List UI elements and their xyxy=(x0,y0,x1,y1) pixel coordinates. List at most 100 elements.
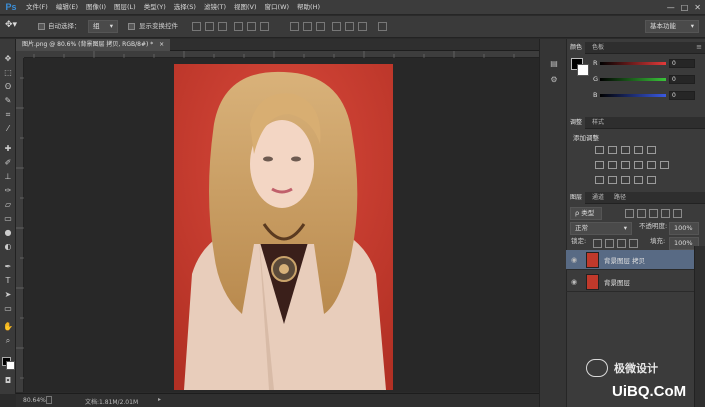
blend-mode-dropdown[interactable]: 正常 ▾ xyxy=(570,222,632,235)
filter-pixel-icon[interactable] xyxy=(625,209,634,218)
selective-color-icon[interactable] xyxy=(647,176,656,184)
show-transform-checkbox[interactable] xyxy=(128,23,135,30)
channel-r-slider[interactable] xyxy=(600,62,666,65)
vibrance-icon[interactable] xyxy=(647,146,656,154)
align-top-icon[interactable] xyxy=(192,22,201,31)
tab-swatches[interactable]: 色板 xyxy=(589,42,607,54)
hand-tool-icon[interactable]: ✋ xyxy=(3,322,13,332)
channel-mixer-icon[interactable] xyxy=(647,161,656,169)
distribute-vcenter-icon[interactable] xyxy=(303,22,312,31)
channel-b-slider[interactable] xyxy=(600,94,666,97)
quick-mask-icon[interactable]: ◘ xyxy=(3,376,13,386)
distribute-bottom-icon[interactable] xyxy=(316,22,325,31)
lock-image-icon[interactable] xyxy=(605,239,614,248)
align-left-icon[interactable] xyxy=(234,22,243,31)
tab-channels[interactable]: 通道 xyxy=(589,192,607,204)
invert-icon[interactable] xyxy=(595,176,604,184)
levels-icon[interactable] xyxy=(608,146,617,154)
dodge-tool-icon[interactable]: ◐ xyxy=(3,242,13,252)
type-tool-icon[interactable]: T xyxy=(3,276,13,286)
lock-position-icon[interactable] xyxy=(617,239,626,248)
healing-tool-icon[interactable]: ✚ xyxy=(3,144,13,154)
channel-g-slider[interactable] xyxy=(600,78,666,81)
marquee-tool-icon[interactable]: ⬚ xyxy=(3,68,13,78)
align-hcenter-icon[interactable] xyxy=(247,22,256,31)
menu-layer[interactable]: 图层(L) xyxy=(110,0,140,15)
filter-type-icon[interactable] xyxy=(649,209,658,218)
panel-menu-icon[interactable]: ≡ xyxy=(696,43,702,51)
eye-icon[interactable]: ◉ xyxy=(571,256,579,264)
tab-styles[interactable]: 样式 xyxy=(589,117,607,129)
distribute-top-icon[interactable] xyxy=(290,22,299,31)
document-image[interactable] xyxy=(174,64,393,390)
status-preview-icon[interactable] xyxy=(46,396,52,404)
layer-filter-dropdown[interactable]: ρ 类型 xyxy=(570,207,602,220)
rectangle-tool-icon[interactable]: ▭ xyxy=(3,304,13,314)
blur-tool-icon[interactable]: ● xyxy=(3,228,13,238)
crop-tool-icon[interactable]: ⌗ xyxy=(3,110,13,120)
filter-shape-icon[interactable] xyxy=(661,209,670,218)
channel-g-value[interactable]: 0 xyxy=(669,75,695,84)
brush-tool-icon[interactable]: ✐ xyxy=(3,158,13,168)
channel-r-value[interactable]: 0 xyxy=(669,59,695,68)
tab-layers[interactable]: 图层 xyxy=(567,192,586,204)
menu-select[interactable]: 选择(S) xyxy=(170,0,200,15)
eraser-tool-icon[interactable]: ▱ xyxy=(3,200,13,210)
brightness-icon[interactable] xyxy=(595,146,604,154)
menu-filter[interactable]: 滤镜(T) xyxy=(200,0,230,15)
align-vcenter-icon[interactable] xyxy=(205,22,214,31)
auto-select-dropdown[interactable]: 组 ▾ xyxy=(88,20,118,33)
auto-align-icon[interactable] xyxy=(378,22,387,31)
filter-adjustment-icon[interactable] xyxy=(637,209,646,218)
layer-row-selected[interactable]: ◉ 背景图层 拷贝 xyxy=(566,250,694,270)
history-panel-icon[interactable]: ▤ xyxy=(549,59,559,69)
menu-image[interactable]: 图像(I) xyxy=(82,0,110,15)
curves-icon[interactable] xyxy=(621,146,630,154)
close-window-button[interactable]: ✕ xyxy=(694,3,701,12)
photo-filter-icon[interactable] xyxy=(634,161,643,169)
menu-view[interactable]: 视图(V) xyxy=(230,0,261,15)
menu-type[interactable]: 类型(Y) xyxy=(140,0,170,15)
tab-adjustments[interactable]: 调整 xyxy=(567,117,586,129)
maximize-button[interactable]: □ xyxy=(681,3,689,12)
distribute-right-icon[interactable] xyxy=(358,22,367,31)
distribute-left-icon[interactable] xyxy=(332,22,341,31)
pen-tool-icon[interactable]: ✒ xyxy=(3,262,13,272)
filter-smart-icon[interactable] xyxy=(673,209,682,218)
lasso-tool-icon[interactable]: ʘ xyxy=(3,82,13,92)
status-menu-arrow-icon[interactable]: ▸ xyxy=(158,396,161,403)
background-color-swatch[interactable] xyxy=(6,361,15,370)
document-tab[interactable]: 图片.png @ 80.6% (背景图层 拷贝, RGB/8#) * × xyxy=(16,39,171,51)
minimize-button[interactable]: — xyxy=(667,3,675,12)
threshold-icon[interactable] xyxy=(621,176,630,184)
color-balance-icon[interactable] xyxy=(608,161,617,169)
layers-scrollbar[interactable] xyxy=(694,246,705,407)
align-bottom-icon[interactable] xyxy=(218,22,227,31)
menu-window[interactable]: 窗口(W) xyxy=(261,0,294,15)
menu-help[interactable]: 帮助(H) xyxy=(293,0,324,15)
eye-icon[interactable]: ◉ xyxy=(571,278,579,286)
path-select-tool-icon[interactable]: ➤ xyxy=(3,290,13,300)
color-background-swatch[interactable] xyxy=(577,64,589,76)
menu-file[interactable]: 文件(F) xyxy=(22,0,52,15)
quick-select-tool-icon[interactable]: ✎ xyxy=(3,96,13,106)
opacity-input[interactable]: 100% xyxy=(669,222,699,235)
distribute-hcenter-icon[interactable] xyxy=(345,22,354,31)
lock-transparent-icon[interactable] xyxy=(593,239,602,248)
menu-edit[interactable]: 编辑(E) xyxy=(52,0,82,15)
exposure-icon[interactable] xyxy=(634,146,643,154)
align-right-icon[interactable] xyxy=(260,22,269,31)
tab-color[interactable]: 颜色 xyxy=(567,42,586,54)
stamp-tool-icon[interactable]: ⊥ xyxy=(3,172,13,182)
gradient-tool-icon[interactable]: ▭ xyxy=(3,214,13,224)
black-white-icon[interactable] xyxy=(621,161,630,169)
gradient-map-icon[interactable] xyxy=(634,176,643,184)
eyedropper-tool-icon[interactable]: ⁄ xyxy=(3,124,13,134)
color-lookup-icon[interactable] xyxy=(660,161,669,169)
layer-row[interactable]: ◉ 背景图层 xyxy=(566,272,694,292)
posterize-icon[interactable] xyxy=(608,176,617,184)
channel-b-value[interactable]: 0 xyxy=(669,91,695,100)
auto-select-checkbox[interactable] xyxy=(38,23,45,30)
tab-paths[interactable]: 路径 xyxy=(611,192,629,204)
move-tool-preset-icon[interactable]: ✥▾ xyxy=(5,20,17,30)
